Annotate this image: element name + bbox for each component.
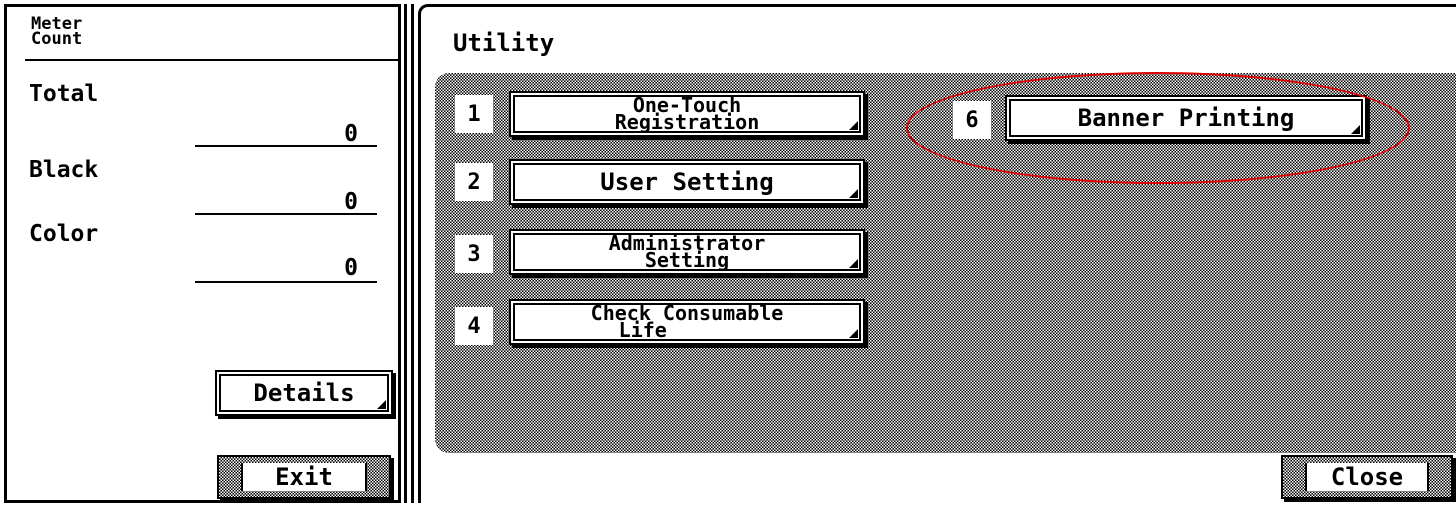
close-button[interactable]: Close — [1281, 455, 1453, 499]
corner-triangle-icon — [849, 189, 858, 198]
meter-count-panel: Meter Count Total 0 Black 0 Color 0 Deta… — [4, 4, 401, 503]
corner-triangle-icon — [1351, 125, 1360, 134]
check-consumable-life-button[interactable]: Check Consumable Life — [509, 299, 865, 345]
black-label: Black — [29, 157, 99, 183]
color-value: 0 — [344, 255, 358, 281]
total-underline — [195, 145, 377, 147]
black-value: 0 — [344, 189, 358, 215]
total-label: Total — [29, 81, 99, 107]
corner-triangle-icon — [849, 259, 858, 268]
color-label: Color — [29, 221, 99, 247]
corner-triangle-icon — [849, 329, 858, 338]
black-underline — [195, 213, 377, 215]
item-number-1: 1 — [455, 95, 493, 133]
utility-panel: Utility 1 One-Touch Registration 2 User … — [418, 4, 1456, 503]
meter-count-title: Meter Count — [31, 14, 83, 49]
total-value: 0 — [344, 121, 358, 147]
user-setting-button[interactable]: User Setting — [509, 159, 865, 205]
exit-button[interactable]: Exit — [217, 455, 391, 499]
corner-triangle-icon — [849, 121, 858, 130]
color-underline — [195, 281, 377, 283]
meter-count-divider — [25, 59, 400, 61]
utility-title: Utility — [453, 29, 555, 57]
utility-menu-area: 1 One-Touch Registration 2 User Setting … — [435, 73, 1456, 453]
item-number-6: 6 — [953, 101, 991, 139]
banner-printing-button[interactable]: Banner Printing — [1005, 95, 1367, 141]
details-button[interactable]: Details — [215, 370, 393, 416]
administrator-setting-button[interactable]: Administrator Setting — [509, 229, 865, 275]
corner-triangle-icon — [377, 400, 386, 409]
one-touch-registration-button[interactable]: One-Touch Registration — [509, 91, 865, 137]
panel-divider — [404, 4, 414, 503]
item-number-3: 3 — [455, 235, 493, 273]
item-number-2: 2 — [455, 163, 493, 201]
item-number-4: 4 — [455, 307, 493, 345]
